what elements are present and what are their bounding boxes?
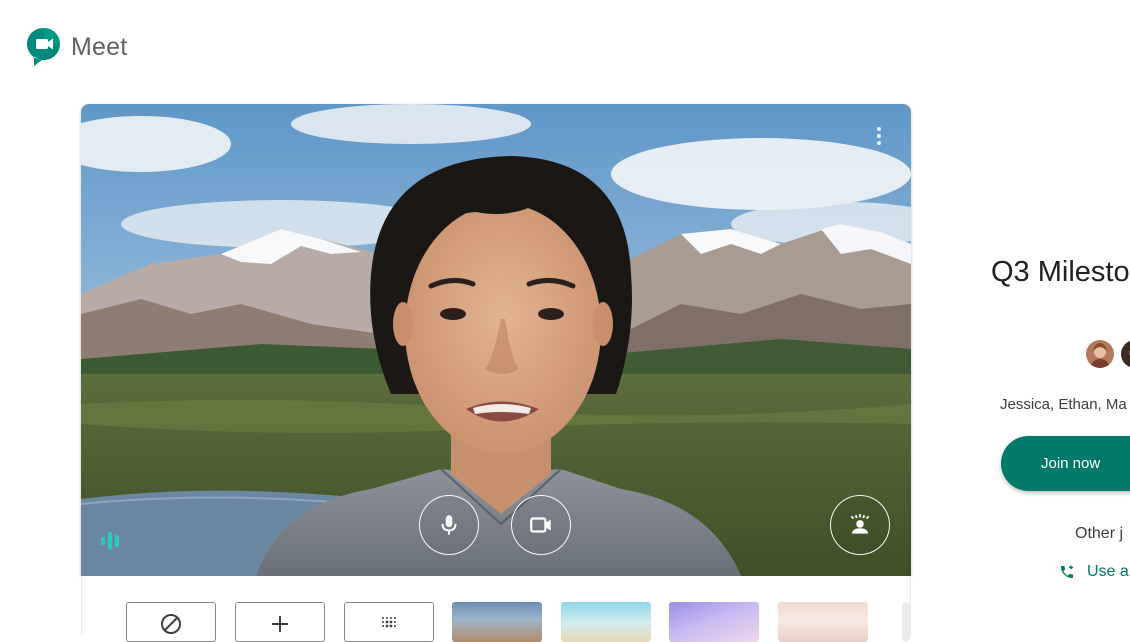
block-icon (161, 614, 181, 634)
phone-forwarded-icon (1061, 565, 1074, 578)
meeting-title: Q3 Milestone (991, 256, 1130, 288)
camera-feed (81, 104, 911, 576)
camera-toggle-button[interactable] (511, 495, 571, 555)
audio-level-indicator (101, 532, 119, 550)
background-image-tile[interactable] (669, 602, 759, 642)
blur-icon (382, 617, 396, 628)
avatar (1086, 340, 1114, 368)
video-preview (81, 104, 911, 576)
background-image-tile[interactable] (452, 602, 542, 642)
add-icon (272, 616, 288, 632)
avatar-image (1086, 340, 1114, 368)
avatar-image (1121, 340, 1130, 368)
avatar (1121, 340, 1130, 368)
attendees-list: Jessica, Ethan, Ma (1000, 396, 1127, 413)
join-now-button[interactable]: Join now (1001, 436, 1130, 491)
strip-scrollbar[interactable] (902, 602, 910, 642)
use-phone-audio-link[interactable]: Use a (1059, 563, 1129, 581)
more-options-button[interactable] (869, 124, 889, 148)
add-background-tile[interactable] (235, 602, 325, 642)
microphone-toggle-button[interactable] (419, 495, 479, 555)
background-effects-strip (81, 576, 911, 642)
meet-logo: Meet (26, 26, 127, 68)
no-effect-tile[interactable] (126, 602, 216, 642)
blur-background-tile[interactable] (344, 602, 434, 642)
background-effects-icon (850, 514, 870, 534)
background-image-tile[interactable] (778, 602, 868, 642)
other-joining-options-label: Other j (1075, 525, 1124, 542)
join-now-label: Join now (1041, 455, 1101, 472)
app-name: Meet (71, 32, 128, 61)
use-phone-audio-label: Use a (1087, 563, 1129, 580)
more-vert-icon (877, 127, 881, 131)
videocam-icon (530, 517, 551, 533)
meet-logo-icon (26, 27, 60, 67)
background-effects-button[interactable] (830, 495, 890, 555)
background-image-tile[interactable] (561, 602, 651, 642)
mic-icon (441, 515, 457, 535)
